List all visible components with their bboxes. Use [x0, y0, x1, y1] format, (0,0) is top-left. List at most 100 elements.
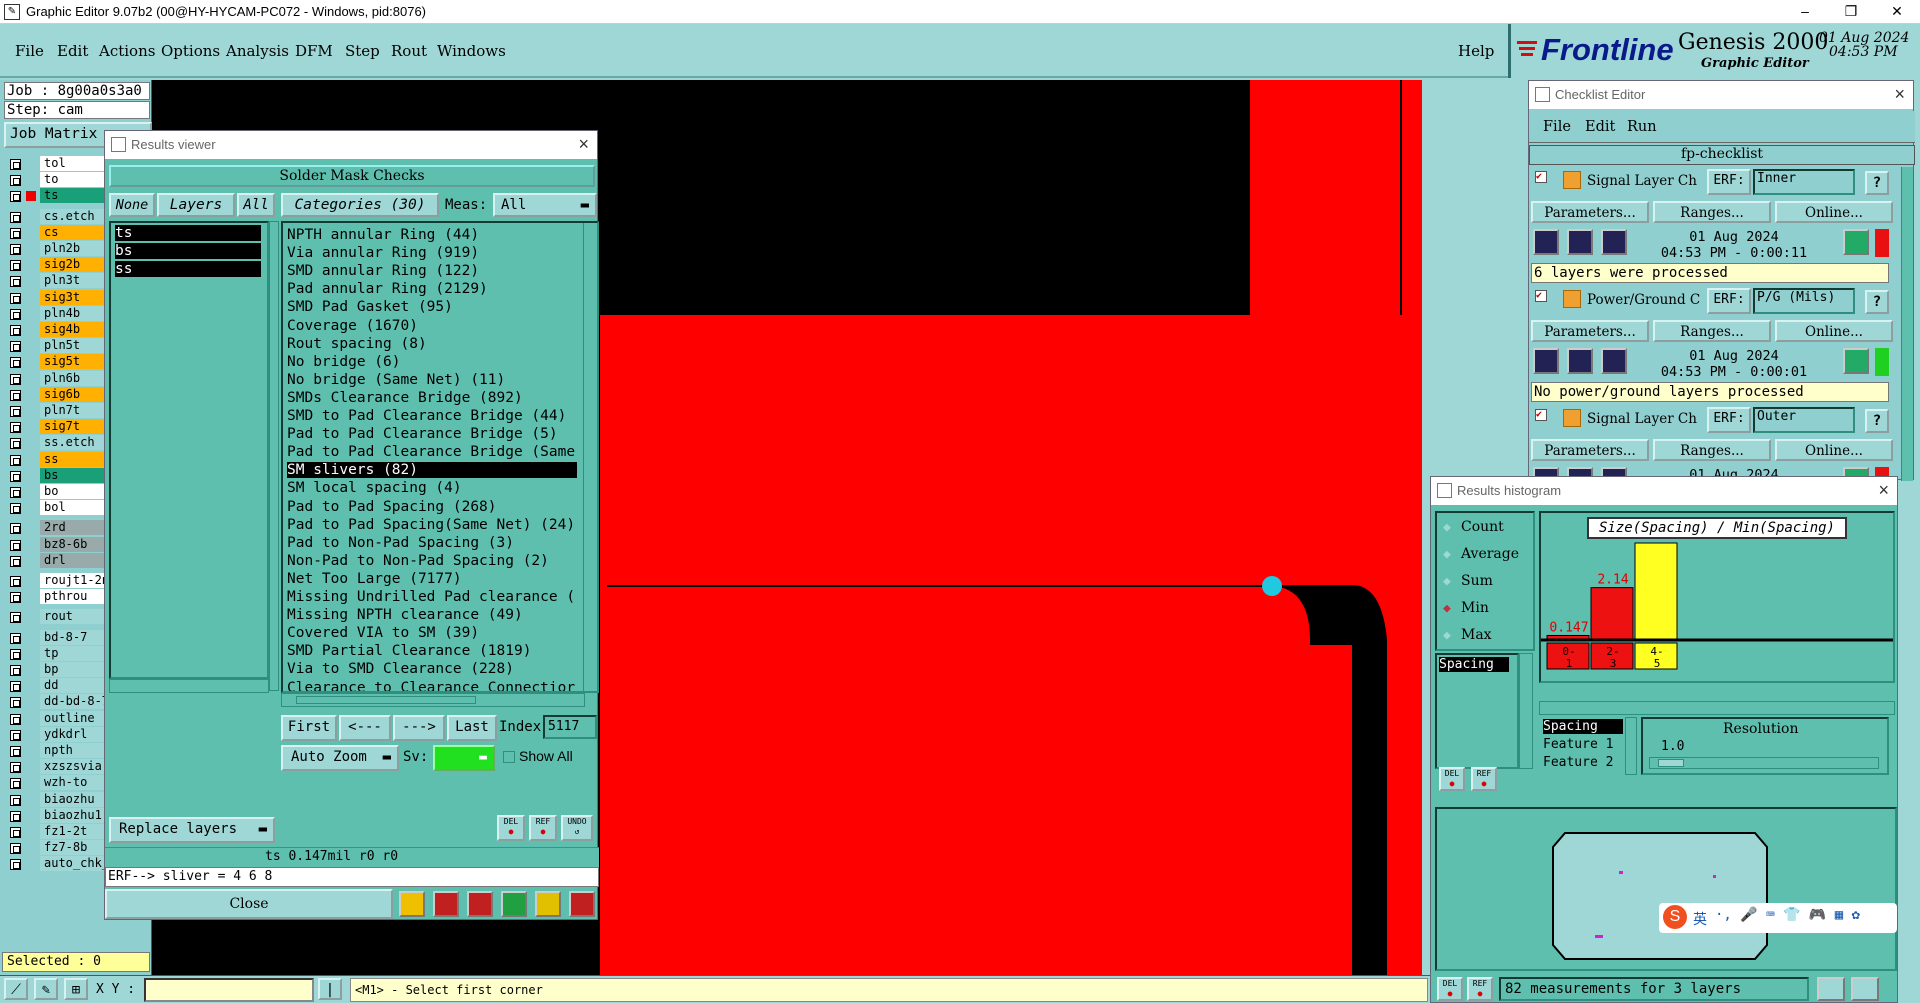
layer-results-list[interactable]: ts bs ss: [109, 221, 269, 679]
histogram-bar[interactable]: [1546, 634, 1590, 640]
layer-checkbox[interactable]: [10, 292, 21, 304]
layer-checkbox[interactable]: [10, 778, 21, 790]
replace-layers-dropdown[interactable]: Replace layers ▬: [109, 817, 275, 843]
layer-checkbox[interactable]: [10, 746, 21, 757]
category-item[interactable]: Missing NPTH clearance (49): [287, 607, 577, 623]
online-button[interactable]: Online...: [1775, 320, 1893, 342]
report-tool-icon[interactable]: [433, 891, 459, 917]
list-item[interactable]: ts: [115, 225, 261, 241]
layer-checkbox[interactable]: [10, 308, 21, 320]
categories-button[interactable]: Categories (30): [281, 193, 439, 217]
layer-checkbox[interactable]: [10, 191, 21, 203]
help-button[interactable]: ?: [1865, 290, 1889, 314]
layer-row[interactable]: dd: [6, 678, 110, 694]
layer-checkbox[interactable]: [10, 632, 21, 644]
layers-button[interactable]: Layers: [157, 193, 235, 217]
checklist-menu-run[interactable]: Run: [1627, 119, 1657, 135]
category-item[interactable]: Coverage (1670): [287, 318, 577, 334]
category-item[interactable]: Net Too Large (7177): [287, 571, 577, 587]
layer-row[interactable]: sig6b: [6, 386, 110, 403]
layer-row[interactable]: ydkdrl: [6, 726, 110, 743]
category-item[interactable]: No bridge (Same Net) (11): [287, 372, 577, 388]
layer-checkbox[interactable]: [10, 762, 21, 774]
category-item[interactable]: Clearance to Clearance Connectior: [287, 680, 577, 692]
category-item[interactable]: Rout spacing (8): [287, 336, 577, 352]
ref-button[interactable]: REF ●: [1471, 767, 1497, 791]
layer-checkbox[interactable]: [10, 612, 21, 624]
layer-checkbox[interactable]: [10, 244, 21, 255]
category-item[interactable]: SMD Partial Clearance (1819): [287, 643, 577, 659]
layer-row[interactable]: sig5t: [6, 354, 110, 370]
layer-checkbox[interactable]: [10, 592, 21, 604]
erf-value[interactable]: Inner: [1753, 169, 1855, 195]
layer-checkbox[interactable]: [10, 539, 21, 551]
layer-row[interactable]: tp: [6, 645, 110, 662]
layer-row[interactable]: biaozhu1: [6, 807, 110, 824]
category-item[interactable]: SM slivers (82): [287, 462, 577, 479]
layer-row[interactable]: dd-bd-8-7: [6, 694, 110, 710]
list-item[interactable]: ss: [115, 261, 261, 277]
list-item[interactable]: Spacing: [1439, 657, 1509, 672]
chart-tool-icon[interactable]: [569, 891, 595, 917]
ref-button[interactable]: REF ●: [1467, 977, 1493, 1001]
ignore-tool-icon[interactable]: [467, 891, 493, 917]
item-label[interactable]: Power/Ground C: [1587, 292, 1700, 308]
layer-checkbox[interactable]: [10, 438, 21, 450]
category-item[interactable]: SMDs Clearance Bridge (892): [287, 390, 577, 406]
layer-row[interactable]: pthrou: [6, 589, 110, 605]
run-icon[interactable]: [1533, 229, 1559, 255]
layer-row[interactable]: biaozhu: [6, 791, 110, 808]
scroll-thumb[interactable]: [296, 696, 476, 704]
layer-checkbox[interactable]: [10, 523, 21, 535]
menu-analysis[interactable]: Analysis: [226, 42, 289, 60]
layer-checkbox[interactable]: [10, 681, 21, 693]
zoom-icon[interactable]: [1843, 348, 1869, 374]
show-icon[interactable]: [1567, 348, 1593, 374]
item-label[interactable]: Signal Layer Ch: [1587, 173, 1697, 189]
layer-checkbox[interactable]: [10, 389, 21, 401]
spacing-vscrollbar[interactable]: [1625, 717, 1637, 775]
prev-button[interactable]: <---: [339, 715, 391, 741]
parameters-button[interactable]: Parameters...: [1531, 201, 1649, 223]
ime-toolbar[interactable]: S 英 ·, 🎤 ⌨ 👕 🎮 ▦ ✿: [1659, 903, 1897, 933]
restore-button[interactable]: ❐: [1828, 0, 1874, 24]
checklist-vscrollbar[interactable]: [1901, 167, 1913, 481]
all-button[interactable]: All: [237, 193, 275, 217]
item-checkbox[interactable]: ✔: [1535, 409, 1547, 421]
mode-radio-max[interactable]: ◆ Max: [1443, 627, 1533, 647]
draw-tool-icon[interactable]: ⟋: [4, 978, 28, 1000]
grid-tool-icon[interactable]: ⊞: [64, 978, 88, 1000]
layer-row[interactable]: fz7-8b: [6, 840, 110, 856]
layer-row[interactable]: npth: [6, 743, 110, 759]
ranges-button[interactable]: Ranges...: [1653, 439, 1771, 461]
layer-row[interactable]: cs.etch: [6, 208, 110, 225]
menu-options[interactable]: Options: [161, 42, 220, 60]
layer-row[interactable]: sig7t: [6, 419, 110, 435]
ime-language[interactable]: 英: [1693, 909, 1707, 929]
del-button[interactable]: DEL ●: [1439, 767, 1465, 791]
category-item[interactable]: No bridge (6): [287, 354, 577, 370]
next-button[interactable]: --->: [393, 715, 445, 741]
minimize-button[interactable]: –: [1782, 0, 1828, 24]
layer-checkbox[interactable]: [10, 843, 21, 855]
del-button[interactable]: DEL ●: [497, 815, 525, 841]
meas-dropdown[interactable]: All ▬: [493, 193, 597, 217]
help-button[interactable]: ?: [1865, 171, 1889, 195]
layer-row[interactable]: pln7t: [6, 403, 110, 419]
layer-row[interactable]: wzh-to: [6, 775, 110, 791]
category-item[interactable]: NPTH annular Ring (44): [287, 227, 577, 243]
layer-row[interactable]: fz1-2t: [6, 824, 110, 840]
layer-checkbox[interactable]: [10, 159, 21, 170]
layer-row[interactable]: bd-8-7: [6, 629, 110, 646]
ime-tools-icons[interactable]: ·, 🎤 ⌨ 👕 🎮 ▦ ✿: [1715, 907, 1860, 923]
xy-input[interactable]: [144, 978, 314, 1002]
layer-checkbox[interactable]: [10, 487, 21, 498]
layer-row[interactable]: sig4b: [6, 322, 110, 338]
layer-checkbox[interactable]: [10, 713, 21, 725]
ref-button[interactable]: REF ●: [529, 815, 557, 841]
layer-row[interactable]: pln2b: [6, 241, 110, 257]
menu-file[interactable]: File: [15, 42, 44, 60]
category-item[interactable]: Via annular Ring (919): [287, 245, 577, 261]
layer-row[interactable]: pln4b: [6, 305, 110, 322]
menu-edit[interactable]: Edit: [57, 42, 88, 60]
